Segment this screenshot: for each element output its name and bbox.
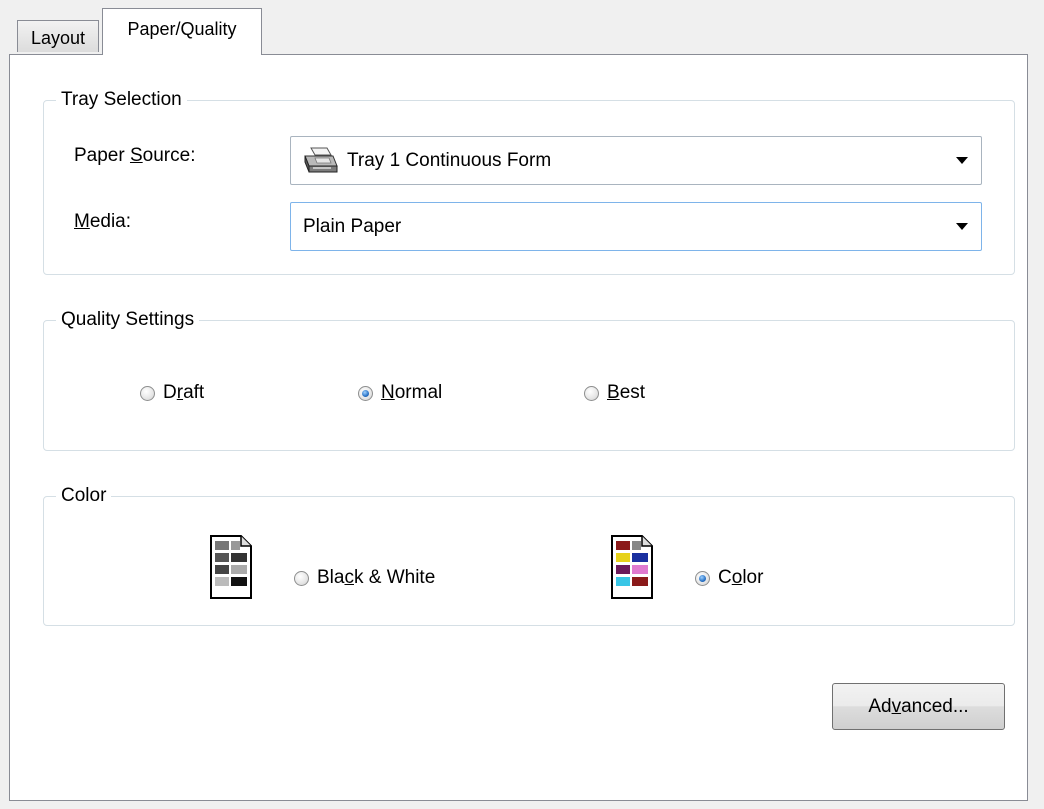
radio-draft-label: Draft	[163, 382, 205, 403]
radio-color-label: Color	[718, 567, 764, 588]
tab-paper-quality-label: Paper/Quality	[127, 19, 237, 39]
radio-draft[interactable]: Draft	[140, 382, 204, 404]
tab-layout-label: Layout	[30, 28, 86, 48]
tray-selection-group: Tray Selection Paper Source: Tray 1 Cont…	[43, 87, 1015, 275]
quality-settings-group: Quality Settings Draft Normal Best	[43, 307, 1015, 451]
media-value: Plain Paper	[303, 215, 402, 237]
advanced-button[interactable]: Ad v anced...	[832, 683, 1005, 730]
radio-indicator	[294, 570, 309, 586]
chevron-down-icon	[956, 157, 968, 164]
radio-indicator	[140, 385, 155, 401]
printer-icon	[304, 147, 338, 172]
media-label: Media:	[74, 211, 132, 232]
tab-paper-quality[interactable]: Paper/Quality	[102, 8, 262, 55]
chevron-down-icon	[956, 223, 968, 230]
color-title: Color	[56, 483, 112, 509]
color-document-icon	[611, 535, 653, 599]
radio-normal-label: Normal	[381, 382, 443, 403]
quality-settings-title: Quality Settings	[56, 307, 200, 333]
radio-color[interactable]: Color	[695, 567, 763, 589]
radio-indicator	[584, 385, 599, 401]
radio-black-white[interactable]: Black & White	[294, 567, 435, 589]
radio-indicator-checked	[695, 570, 710, 586]
paper-source-select[interactable]: Tray 1 Continuous Form	[290, 136, 982, 185]
radio-normal[interactable]: Normal	[358, 382, 442, 404]
radio-best-label: Best	[607, 382, 646, 403]
tab-layout[interactable]: Layout	[17, 20, 99, 52]
color-group: Color Black & White Color	[43, 483, 1015, 626]
tray-selection-title: Tray Selection	[56, 87, 187, 113]
grayscale-document-icon	[210, 535, 252, 599]
radio-indicator-checked	[358, 385, 373, 401]
paper-source-label: Paper Source:	[74, 145, 196, 166]
radio-black-white-label: Black & White	[317, 567, 436, 588]
media-select[interactable]: Plain Paper	[290, 202, 982, 251]
paper-source-value: Tray 1 Continuous Form	[347, 149, 552, 171]
radio-best[interactable]: Best	[584, 382, 645, 404]
